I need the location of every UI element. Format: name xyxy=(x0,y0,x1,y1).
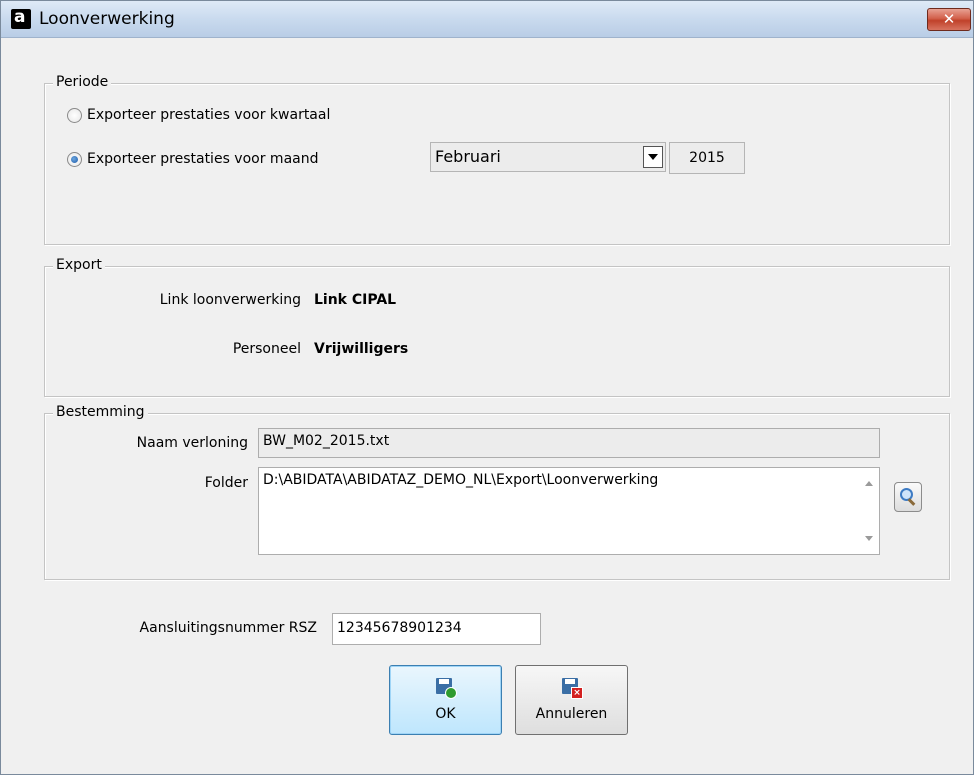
month-select-value: Februari xyxy=(435,147,501,166)
radio-maand-label: Exporteer prestaties voor maand xyxy=(87,151,319,167)
export-legend: Export xyxy=(53,257,105,273)
close-button[interactable]: ✕ xyxy=(927,8,971,31)
link-loonverwerking-label: Link loonverwerking xyxy=(159,292,301,308)
bestemming-legend: Bestemming xyxy=(53,404,148,420)
check-icon xyxy=(445,687,457,699)
radio-kwartaal-label: Exporteer prestaties voor kwartaal xyxy=(87,107,331,123)
cancel-x-icon: × xyxy=(571,687,583,699)
title-bar[interactable]: Loonverwerking ✕ xyxy=(1,1,973,38)
personeel-value: Vrijwilligers xyxy=(314,341,409,357)
naam-verloning-label: Naam verloning xyxy=(136,435,248,451)
rsz-field[interactable]: 12345678901234 xyxy=(332,613,541,645)
folder-label: Folder xyxy=(204,475,248,491)
magnifier-handle xyxy=(907,498,916,506)
year-field[interactable]: 2015 xyxy=(669,142,745,174)
dialog-window: Loonverwerking ✕ Periode Exporteer prest… xyxy=(0,0,974,775)
close-icon: ✕ xyxy=(942,10,956,28)
month-select[interactable]: Februari xyxy=(430,142,666,172)
folder-field[interactable]: D:\ABIDATA\ABIDATAZ_DEMO_NL\Export\Loonv… xyxy=(258,467,880,555)
radio-maand[interactable]: Exporteer prestaties voor maand xyxy=(67,151,319,167)
rsz-label: Aansluitingsnummer RSZ xyxy=(139,620,317,636)
browse-folder-button[interactable] xyxy=(894,482,922,512)
scroll-down-icon[interactable] xyxy=(865,536,873,541)
radio-kwartaal[interactable]: Exporteer prestaties voor kwartaal xyxy=(67,107,330,123)
ok-button[interactable]: OK xyxy=(389,665,502,735)
ok-button-label: OK xyxy=(435,706,456,722)
radio-kwartaal-icon[interactable] xyxy=(67,107,82,123)
personeel-label: Personeel xyxy=(232,341,301,357)
folder-field-value: D:\ABIDATA\ABIDATAZ_DEMO_NL\Export\Loonv… xyxy=(263,472,659,488)
cancel-button[interactable]: × Annuleren xyxy=(515,665,628,735)
export-group: Export xyxy=(44,257,950,397)
scroll-up-icon[interactable] xyxy=(865,481,873,486)
app-logo-icon xyxy=(11,7,31,29)
periode-legend: Periode xyxy=(53,74,112,90)
cancel-button-label: Annuleren xyxy=(535,706,608,722)
window-title: Loonverwerking xyxy=(39,9,175,29)
link-loonverwerking-value: Link CIPAL xyxy=(314,292,397,308)
naam-verloning-field[interactable]: BW_M02_2015.txt xyxy=(258,428,880,458)
folder-scrollbar[interactable] xyxy=(860,469,878,553)
chevron-down-icon[interactable] xyxy=(643,146,663,168)
radio-maand-icon[interactable] xyxy=(67,151,82,167)
